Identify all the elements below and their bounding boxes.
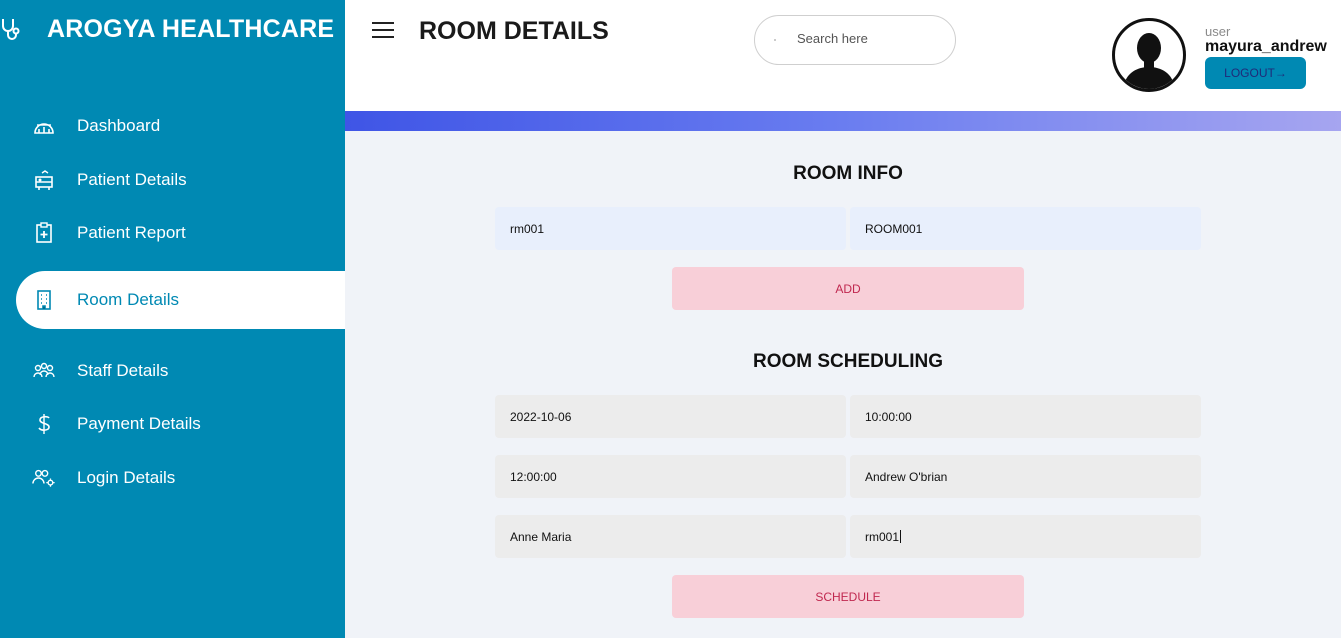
avatar [1112,18,1186,92]
end-time-field[interactable]: 12:00:00 [495,455,846,498]
sidebar-item-payment-details[interactable]: Payment Details [0,398,345,450]
sidebar-item-label: Login Details [77,468,176,487]
sidebar-item-room-details[interactable]: Room Details [16,271,345,329]
top-header: ROOM DETAILS user mayura_andrew LOGOUT→ [345,0,1341,111]
room-name-value: ROOM001 [865,221,923,236]
sidebar-item-patient-report[interactable]: Patient Report [0,207,345,259]
add-room-button[interactable]: ADD [672,267,1024,310]
sidebar-item-staff-details[interactable]: Staff Details [0,345,345,397]
sidebar-item-label: Payment Details [77,414,201,433]
doctor-value: Andrew O'brian [865,469,948,484]
sidebar-item-label: Patient Report [77,223,186,242]
text-cursor [900,530,902,543]
staff-icon [32,359,56,383]
bed-icon [32,168,56,192]
sidebar-item-label: Room Details [77,290,180,309]
patient-field[interactable]: Anne Maria [495,515,846,558]
sidebar-item-label: Patient Details [77,170,187,189]
room-scheduling-title: ROOM SCHEDULING [753,351,943,372]
user-role: user [1205,24,1231,39]
page-title: ROOM DETAILS [419,17,609,45]
schedule-button[interactable]: SCHEDULE [672,575,1024,618]
start-time-field[interactable]: 10:00:00 [850,395,1201,438]
start-time-value: 10:00:00 [865,409,912,424]
users-gear-icon [32,466,56,490]
doctor-field[interactable]: Andrew O'brian [850,455,1201,498]
search-box[interactable] [754,15,956,65]
dollar-icon [32,412,56,436]
hamburger-menu-icon[interactable] [372,19,394,39]
schedule-date-field[interactable]: 2022-10-06 [495,395,846,438]
schedule-room-id-value: rm001 [865,529,900,544]
header-gradient-bar [345,111,1341,131]
sidebar-item-label: Dashboard [77,116,161,135]
sidebar: AROGYA HEALTHCARE Dashboard Patient Deta… [0,0,345,638]
search-icon [774,39,776,41]
room-id-value: rm001 [510,221,545,236]
schedule-date-value: 2022-10-06 [510,409,572,424]
sidebar-item-patient-details[interactable]: Patient Details [0,154,345,206]
room-id-field[interactable]: rm001 [495,207,846,250]
end-time-value: 12:00:00 [510,469,557,484]
room-info-title: ROOM INFO [793,163,903,184]
sidebar-item-login-details[interactable]: Login Details [0,452,345,504]
search-input[interactable] [797,31,947,46]
schedule-room-id-field[interactable]: rm001 [850,515,1201,558]
logout-button[interactable]: LOGOUT→ [1205,57,1306,89]
sidebar-item-dashboard[interactable]: Dashboard [0,100,345,152]
room-name-field[interactable]: ROOM001 [850,207,1201,250]
clipboard-plus-icon [32,221,56,245]
patient-value: Anne Maria [510,529,572,544]
user-name: mayura_andrew [1205,38,1327,55]
sidebar-item-label: Staff Details [77,361,169,380]
dashboard-icon [32,114,56,138]
stethoscope-icon [2,19,20,40]
building-icon [32,288,56,312]
brand-title: AROGYA HEALTHCARE [47,15,335,43]
